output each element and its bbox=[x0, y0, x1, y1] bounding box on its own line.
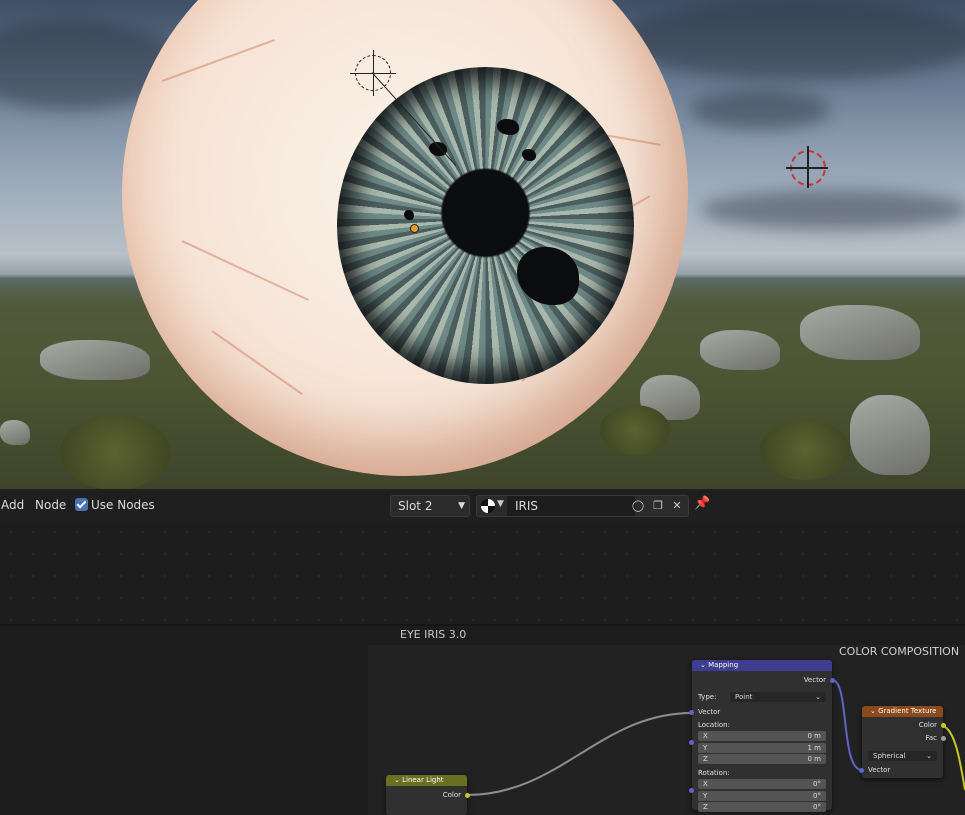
mapping-vector-input: Vector bbox=[698, 708, 721, 716]
gradient-node-header[interactable]: ⌄ Gradient Texture bbox=[862, 706, 943, 717]
linear-light-title: Linear Light bbox=[402, 776, 444, 784]
gradient-fac-output: Fac bbox=[925, 734, 937, 742]
loc-y-label: Y bbox=[703, 744, 708, 752]
location-input-socket[interactable] bbox=[689, 740, 694, 745]
rotation-input-socket[interactable] bbox=[689, 788, 694, 793]
color-output-socket[interactable] bbox=[941, 723, 946, 728]
location-y-field[interactable]: Y 1 m bbox=[698, 743, 826, 753]
loc-y-value: 1 m bbox=[807, 744, 822, 752]
mapping-title: Mapping bbox=[708, 661, 739, 669]
mapping-type-value: Point bbox=[735, 693, 753, 701]
mapping-location-label: Location: bbox=[698, 721, 730, 729]
mapping-node-header[interactable]: ⌄ Mapping bbox=[692, 660, 832, 671]
color-output-socket[interactable] bbox=[465, 793, 470, 798]
fac-output-socket[interactable] bbox=[941, 736, 946, 741]
rot-x-label: X bbox=[703, 780, 708, 788]
vector-input-socket[interactable] bbox=[689, 710, 694, 715]
chevron-down-icon: ⌄ bbox=[815, 693, 821, 701]
rot-z-value: 0° bbox=[813, 803, 821, 811]
mapping-type-label: Type: bbox=[698, 693, 717, 701]
rot-y-label: Y bbox=[703, 792, 708, 800]
linear-light-header[interactable]: ⌄ Linear Light bbox=[386, 775, 467, 786]
mapping-vector-output: Vector bbox=[803, 676, 826, 684]
wire-overlay bbox=[466, 712, 693, 796]
rot-y-value: 0° bbox=[813, 792, 821, 800]
location-z-field[interactable]: Z 0 m bbox=[698, 754, 826, 764]
linear-light-color-output: Color bbox=[442, 791, 461, 799]
mapping-node[interactable]: ⌄ Mapping Vector Type: Point ⌄ Vector Loc… bbox=[689, 660, 835, 812]
loc-z-label: Z bbox=[703, 755, 708, 763]
rot-z-label: Z bbox=[703, 803, 708, 811]
gradient-type-value: Spherical bbox=[873, 752, 906, 760]
gradient-vector-input: Vector bbox=[868, 766, 891, 774]
gradient-type-dropdown[interactable]: Spherical ⌄ bbox=[868, 751, 937, 761]
gradient-texture-node[interactable]: ⌄ Gradient Texture Color Fac Spherical ⌄ … bbox=[859, 706, 946, 778]
vector-input-socket[interactable] bbox=[859, 768, 864, 773]
loc-x-value: 0 m bbox=[807, 732, 822, 740]
chevron-down-icon: ⌄ bbox=[926, 752, 932, 760]
loc-x-label: X bbox=[703, 732, 708, 740]
rotation-y-field[interactable]: Y 0° bbox=[698, 791, 826, 801]
gradient-title: Gradient Texture bbox=[878, 707, 937, 715]
loc-z-value: 0 m bbox=[807, 755, 822, 763]
rotation-z-field[interactable]: Z 0° bbox=[698, 802, 826, 812]
mapping-type-dropdown[interactable]: Point ⌄ bbox=[730, 692, 826, 702]
wire-mapping-to-gradient bbox=[831, 679, 863, 771]
mapping-rotation-label: Rotation: bbox=[698, 769, 730, 777]
wire-gradient-color-out bbox=[942, 725, 965, 791]
linear-light-node[interactable]: ⌄ Linear Light Color bbox=[386, 775, 470, 815]
vector-output-socket[interactable] bbox=[830, 678, 835, 683]
location-x-field[interactable]: X 0 m bbox=[698, 731, 826, 741]
gradient-color-output: Color bbox=[918, 721, 937, 729]
rotation-x-field[interactable]: X 0° bbox=[698, 779, 826, 789]
rot-x-value: 0° bbox=[813, 780, 821, 788]
